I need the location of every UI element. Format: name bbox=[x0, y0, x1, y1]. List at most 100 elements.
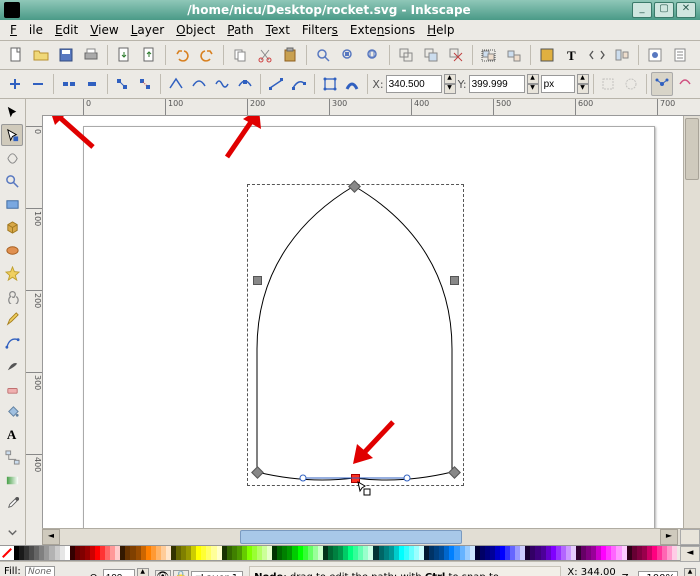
print-button[interactable] bbox=[79, 43, 103, 67]
bezier-tool[interactable] bbox=[1, 331, 23, 353]
path-node[interactable] bbox=[253, 276, 262, 285]
zoom-up[interactable]: ▲ bbox=[684, 568, 696, 576]
ungroup-button[interactable] bbox=[502, 43, 526, 67]
text-tool[interactable]: A bbox=[1, 423, 23, 445]
node-y-up[interactable]: ▲ bbox=[527, 74, 539, 84]
window-close-button[interactable]: ✕ bbox=[676, 2, 696, 18]
node-x-down[interactable]: ▼ bbox=[444, 84, 456, 94]
3dbox-tool[interactable] bbox=[1, 216, 23, 238]
menu-edit[interactable]: Edit bbox=[49, 21, 84, 39]
window-maximize-button[interactable]: ▢ bbox=[654, 2, 674, 18]
menu-filters[interactable]: Filters bbox=[296, 21, 344, 39]
opacity-up[interactable]: ▲ bbox=[137, 568, 149, 576]
fill-stroke-dialog-button[interactable] bbox=[535, 43, 559, 67]
zoom-tool[interactable] bbox=[1, 170, 23, 192]
align-dialog-button[interactable] bbox=[610, 43, 634, 67]
spiral-tool[interactable] bbox=[1, 285, 23, 307]
show-handles-button[interactable] bbox=[651, 72, 673, 96]
node-x-input[interactable] bbox=[386, 75, 442, 93]
object-to-path-button[interactable] bbox=[319, 72, 341, 96]
scroll-right-button[interactable]: ► bbox=[660, 529, 678, 545]
show-outline-button[interactable] bbox=[674, 72, 696, 96]
menu-layer[interactable]: Layer bbox=[125, 21, 170, 39]
tweak-tool[interactable] bbox=[1, 147, 23, 169]
show-mask-button[interactable] bbox=[620, 72, 642, 96]
paste-button[interactable] bbox=[278, 43, 302, 67]
segment-line-button[interactable] bbox=[265, 72, 287, 96]
xml-editor-button[interactable] bbox=[585, 43, 609, 67]
scrollbar-thumb[interactable] bbox=[240, 530, 462, 544]
calligraphy-tool[interactable] bbox=[1, 354, 23, 376]
zoom-input[interactable]: 100% bbox=[638, 571, 678, 576]
export-button[interactable] bbox=[137, 43, 161, 67]
menu-path[interactable]: Path bbox=[221, 21, 259, 39]
node-handles[interactable] bbox=[293, 472, 413, 490]
layer-lock-toggle[interactable]: 🔒 bbox=[173, 570, 189, 576]
menu-object[interactable]: Object bbox=[170, 21, 221, 39]
node-tool[interactable] bbox=[1, 124, 23, 146]
vertical-scrollbar[interactable] bbox=[683, 116, 700, 528]
no-color-swatch[interactable] bbox=[0, 546, 14, 560]
scrollbar-thumb[interactable] bbox=[685, 118, 699, 180]
node-auto-button[interactable] bbox=[234, 72, 256, 96]
path-node[interactable] bbox=[450, 276, 459, 285]
selector-tool[interactable] bbox=[1, 101, 23, 123]
duplicate-button[interactable] bbox=[394, 43, 418, 67]
node-y-down[interactable]: ▼ bbox=[527, 84, 539, 94]
gradient-tool[interactable] bbox=[1, 469, 23, 491]
zoom-drawing-button[interactable] bbox=[336, 43, 360, 67]
cut-button[interactable] bbox=[253, 43, 277, 67]
unit-select[interactable] bbox=[541, 75, 575, 93]
join-node-button[interactable] bbox=[81, 72, 103, 96]
delete-segment-button[interactable] bbox=[134, 72, 156, 96]
node-cusp-button[interactable] bbox=[165, 72, 187, 96]
delete-node-button[interactable] bbox=[27, 72, 49, 96]
save-button[interactable] bbox=[54, 43, 78, 67]
group-button[interactable] bbox=[477, 43, 501, 67]
toolbox-expand-icon[interactable] bbox=[1, 521, 23, 543]
canvas[interactable] bbox=[43, 116, 683, 528]
color-swatch[interactable] bbox=[672, 546, 677, 560]
menu-view[interactable]: View bbox=[84, 21, 124, 39]
segment-curve-button[interactable] bbox=[288, 72, 310, 96]
stroke-to-path-button[interactable] bbox=[342, 72, 364, 96]
import-button[interactable] bbox=[112, 43, 136, 67]
new-document-button[interactable] bbox=[4, 43, 28, 67]
zoom-page-button[interactable] bbox=[361, 43, 385, 67]
text-dialog-button[interactable]: T bbox=[560, 43, 584, 67]
horizontal-scrollbar[interactable]: ◄ ► bbox=[42, 528, 700, 545]
node-smooth-button[interactable] bbox=[188, 72, 210, 96]
preferences-button[interactable] bbox=[643, 43, 667, 67]
break-node-button[interactable] bbox=[58, 72, 80, 96]
drawn-path[interactable] bbox=[247, 184, 462, 484]
ellipse-tool[interactable] bbox=[1, 239, 23, 261]
window-minimize-button[interactable]: _ bbox=[632, 2, 652, 18]
document-properties-button[interactable] bbox=[668, 43, 692, 67]
star-tool[interactable] bbox=[1, 262, 23, 284]
redo-button[interactable] bbox=[195, 43, 219, 67]
node-x-up[interactable]: ▲ bbox=[444, 74, 456, 84]
layer-visibility-toggle[interactable]: 👁 bbox=[155, 570, 171, 576]
menu-file[interactable]: File bbox=[4, 21, 49, 39]
menu-extensions[interactable]: Extensions bbox=[344, 21, 421, 39]
clone-button[interactable] bbox=[419, 43, 443, 67]
rectangle-tool[interactable] bbox=[1, 193, 23, 215]
copy-button[interactable] bbox=[228, 43, 252, 67]
join-segment-button[interactable] bbox=[112, 72, 134, 96]
layer-selector[interactable]: ▾Layer 1 bbox=[191, 571, 243, 576]
paint-bucket-tool[interactable] bbox=[1, 400, 23, 422]
unit-down[interactable]: ▼ bbox=[577, 84, 589, 94]
eraser-tool[interactable] bbox=[1, 377, 23, 399]
show-clip-button[interactable] bbox=[597, 72, 619, 96]
palette-menu-button[interactable]: ◄ bbox=[680, 546, 700, 562]
insert-node-button[interactable] bbox=[4, 72, 26, 96]
scroll-left-button[interactable]: ◄ bbox=[42, 529, 60, 545]
zoom-fit-button[interactable] bbox=[311, 43, 335, 67]
node-y-input[interactable] bbox=[469, 75, 525, 93]
open-button[interactable] bbox=[29, 43, 53, 67]
connector-tool[interactable] bbox=[1, 446, 23, 468]
pencil-tool[interactable] bbox=[1, 308, 23, 330]
menu-help[interactable]: Help bbox=[421, 21, 460, 39]
menu-text[interactable]: Text bbox=[260, 21, 296, 39]
node-symmetric-button[interactable] bbox=[211, 72, 233, 96]
